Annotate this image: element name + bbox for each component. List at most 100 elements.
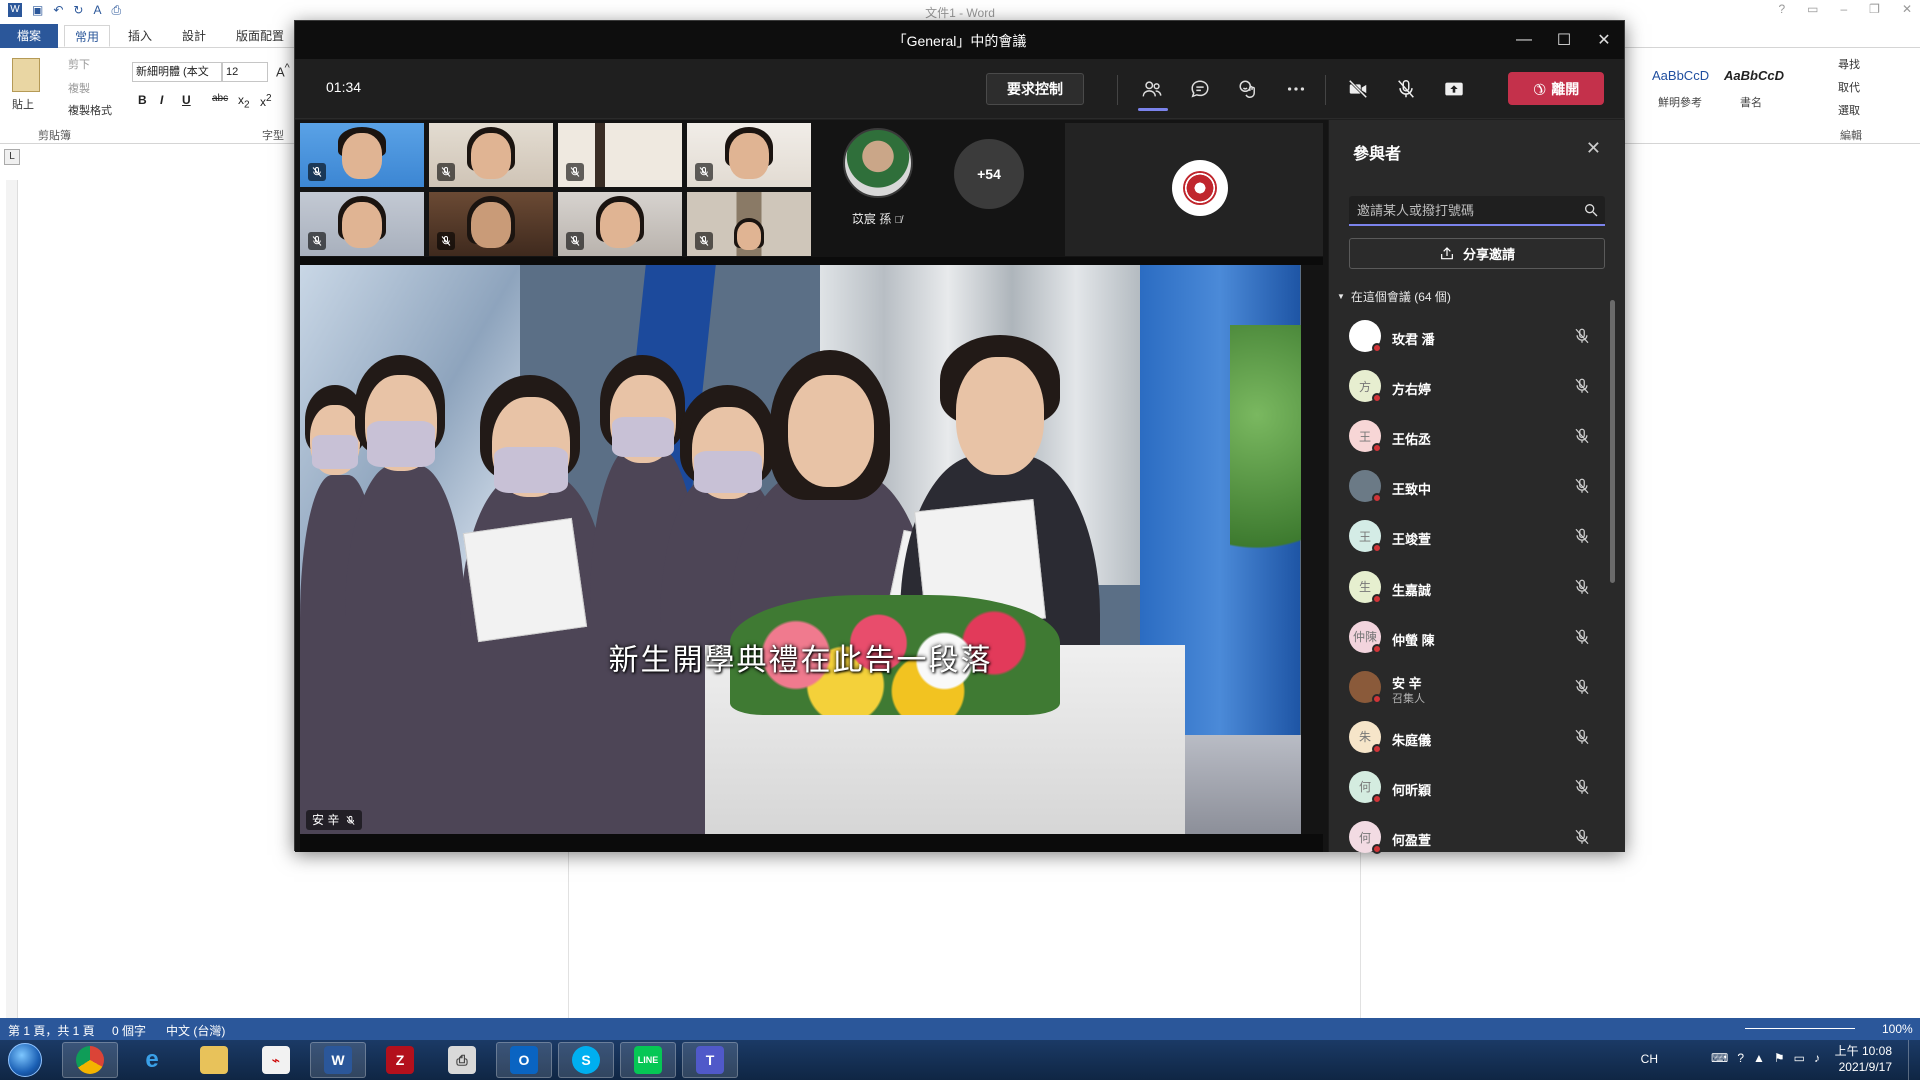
close-icon[interactable]: ✕	[1902, 2, 1912, 16]
format-painter-button[interactable]: 複製格式	[68, 102, 112, 118]
participant-item[interactable]: 朱朱庭儀	[1329, 713, 1619, 763]
reactions-button[interactable]	[1232, 73, 1264, 105]
in-meeting-section-header[interactable]: ▼ 在這個會議 (64 個)	[1337, 288, 1451, 305]
volume-icon[interactable]: ♪	[1814, 1051, 1820, 1065]
teams-maximize-button[interactable]: ☐	[1544, 21, 1584, 59]
participants-button[interactable]	[1136, 73, 1168, 105]
participant-item[interactable]: 王致中	[1329, 462, 1619, 512]
video-thumbnail[interactable]	[558, 192, 682, 256]
clock[interactable]: 上午 10:08 2021/9/17	[1835, 1043, 1892, 1075]
participant-item[interactable]: 何何盈萱	[1329, 813, 1619, 863]
network-icon[interactable]: ▭	[1794, 1051, 1805, 1065]
tab-insert[interactable]: 插入	[118, 25, 162, 47]
bold-button[interactable]: B	[138, 93, 147, 107]
help-icon[interactable]: ?	[1778, 2, 1785, 16]
keyboard-icon[interactable]: ⌨	[1711, 1051, 1728, 1065]
underline-button[interactable]: U	[182, 93, 191, 107]
find-button[interactable]: 尋找	[1838, 56, 1860, 72]
organization-tile[interactable]	[1065, 123, 1323, 256]
start-button[interactable]	[8, 1043, 42, 1077]
taskbar-chrome[interactable]	[62, 1042, 118, 1078]
help-tray-icon[interactable]: ?	[1737, 1051, 1744, 1065]
video-thumbnail[interactable]	[687, 123, 811, 187]
video-thumbnail[interactable]	[429, 123, 553, 187]
italic-button[interactable]: I	[160, 93, 163, 107]
video-thumbnail[interactable]	[558, 123, 682, 187]
close-panel-button[interactable]: ✕	[1586, 138, 1601, 159]
taskbar-teams[interactable]: T	[682, 1042, 738, 1078]
document-page[interactable]	[568, 850, 1361, 1020]
cut-button[interactable]: 剪下	[68, 56, 90, 72]
paste-button[interactable]: 貼上	[12, 96, 34, 112]
page-count[interactable]: 第 1 頁，共 1 頁	[8, 1022, 95, 1039]
style-preview-1[interactable]: AaBbCcD	[1652, 68, 1709, 83]
tab-selector[interactable]: L	[4, 149, 20, 165]
minimize-icon[interactable]: –	[1840, 2, 1847, 16]
language-indicator[interactable]: 中文 (台灣)	[166, 1022, 225, 1039]
invite-search-box[interactable]	[1349, 196, 1605, 226]
taskbar-filezilla[interactable]: Z	[372, 1042, 428, 1078]
taskbar-explorer[interactable]	[186, 1042, 242, 1078]
replace-button[interactable]: 取代	[1838, 79, 1860, 95]
tab-design[interactable]: 設計	[172, 25, 216, 47]
taskbar-line[interactable]: LINE	[620, 1042, 676, 1078]
taskbar-printer[interactable]: ⎙	[434, 1042, 490, 1078]
panel-scrollbar[interactable]	[1610, 300, 1615, 583]
camera-toggle-button[interactable]	[1342, 73, 1374, 105]
superscript-button[interactable]: x2	[260, 93, 272, 109]
main-video-feed[interactable]: 新生開學典禮在此告一段落 安 辛	[300, 265, 1301, 834]
taskbar-word[interactable]: W	[310, 1042, 366, 1078]
participant-item[interactable]: 王王竣萱	[1329, 512, 1619, 562]
share-content-button[interactable]	[1438, 73, 1470, 105]
participant-item[interactable]: 方方右婷	[1329, 362, 1619, 412]
participant-item[interactable]: 王王佑丞	[1329, 412, 1619, 462]
flag-icon[interactable]: ⚑	[1774, 1051, 1785, 1065]
participant-avatar	[1349, 670, 1382, 704]
video-thumbnail[interactable]	[429, 192, 553, 256]
active-speaker-tile[interactable]: 苡宸 孫 🎙̸	[835, 128, 919, 230]
mic-toggle-button[interactable]	[1390, 73, 1422, 105]
copy-button[interactable]: 複製	[68, 80, 90, 96]
chat-button[interactable]	[1184, 73, 1216, 105]
participant-item[interactable]: 何何昕穎	[1329, 763, 1619, 813]
show-hidden-icons[interactable]: ▲	[1753, 1051, 1765, 1065]
tab-layout[interactable]: 版面配置	[226, 25, 294, 47]
tab-home[interactable]: 常用	[64, 25, 111, 47]
video-thumbnail[interactable]	[300, 123, 424, 187]
restore-icon[interactable]: ❐	[1869, 2, 1880, 16]
strikethrough-button[interactable]: abc	[212, 93, 228, 104]
word-count[interactable]: 0 個字	[112, 1022, 146, 1039]
share-invite-button[interactable]: 分享邀請	[1349, 238, 1605, 269]
zoom-slider[interactable]	[1745, 1028, 1855, 1029]
more-participants-button[interactable]: +54	[954, 139, 1024, 209]
more-actions-button[interactable]	[1280, 73, 1312, 105]
participant-item[interactable]: 玫君 潘	[1329, 312, 1619, 362]
taskbar-outlook[interactable]: O	[496, 1042, 552, 1078]
taskbar-acrobat[interactable]: ⌁	[248, 1042, 304, 1078]
show-desktop-button[interactable]	[1908, 1040, 1920, 1080]
ribbon-display-icon[interactable]: ▭	[1807, 2, 1818, 16]
select-button[interactable]: 選取	[1838, 102, 1860, 118]
taskbar-ie[interactable]: e	[124, 1042, 180, 1078]
leave-button[interactable]: ✆ 離開	[1508, 72, 1604, 105]
zoom-level[interactable]: 100%	[1882, 1022, 1913, 1036]
invite-input[interactable]	[1357, 196, 1577, 224]
video-thumbnail[interactable]	[687, 192, 811, 256]
teams-close-button[interactable]: ✕	[1584, 21, 1624, 59]
participant-item[interactable]: 生生嘉誠	[1329, 563, 1619, 613]
subscript-button[interactable]: x2	[238, 93, 250, 110]
font-name-dropdown[interactable]: 新細明體 (本文	[132, 62, 222, 82]
participant-item[interactable]: 安 辛召集人	[1329, 663, 1619, 713]
skype-icon: S	[572, 1046, 600, 1074]
grow-font-icon[interactable]: A^	[276, 62, 290, 79]
request-control-button[interactable]: 要求控制	[986, 73, 1084, 105]
paste-icon[interactable]	[12, 58, 40, 92]
taskbar-skype[interactable]: S	[558, 1042, 614, 1078]
tab-file[interactable]: 檔案	[0, 24, 58, 48]
video-thumbnail[interactable]	[300, 192, 424, 256]
input-language[interactable]: CH	[1641, 1052, 1658, 1066]
style-preview-2[interactable]: AaBbCcD	[1724, 68, 1784, 83]
teams-minimize-button[interactable]: —	[1504, 21, 1544, 59]
participant-item[interactable]: 仲陳 仲螢 陳	[1329, 613, 1619, 663]
font-size-dropdown[interactable]: 12	[222, 62, 268, 82]
